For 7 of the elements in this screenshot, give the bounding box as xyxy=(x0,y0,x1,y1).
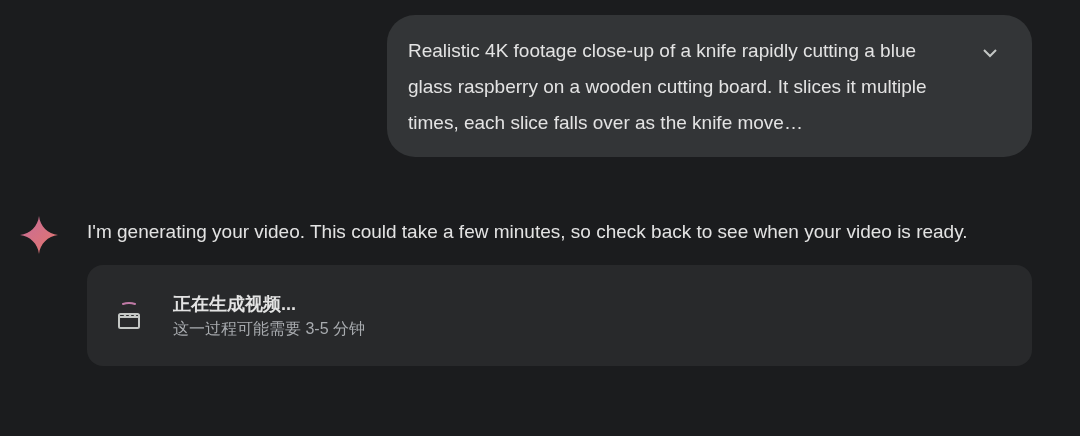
response-text: I'm generating your video. This could take a few minutes, so check back to see when your video is ready. xyxy=(87,220,969,244)
status-title: 正在生成视频... xyxy=(173,292,297,316)
chevron-down-icon xyxy=(983,48,997,58)
clapperboard-icon xyxy=(118,301,140,330)
status-subtitle: 这一过程可能需要 3-5 分钟 xyxy=(173,318,365,339)
sparkle-icon xyxy=(20,216,58,254)
prompt-text: Realistic 4K footage close-up of a knife rapidly cutting a blue glass raspberry on a wooden cutting board. It slices it multiple times, each slice falls over as the knife move… xyxy=(408,39,928,135)
